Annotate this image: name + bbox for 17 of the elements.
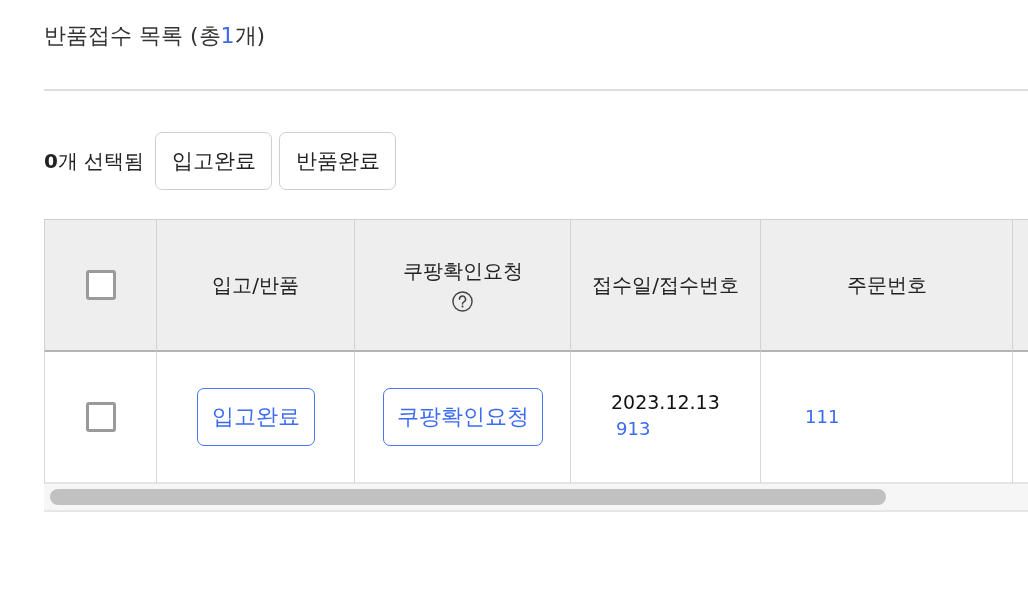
column-header: 접수일/접수번호 xyxy=(592,271,739,299)
receipt-date: 2023.12.13 xyxy=(611,390,720,415)
scrollbar-thumb[interactable] xyxy=(50,489,886,505)
confirm-request-button[interactable]: 쿠팡확인요청 xyxy=(382,388,543,446)
receipt-number-link[interactable]: 913 xyxy=(616,416,651,442)
order-number-link[interactable]: 111 xyxy=(805,404,840,430)
column-header: 주문번호 xyxy=(846,271,927,299)
checkbox[interactable] xyxy=(85,270,116,300)
selection-count: 0개 선택됨 xyxy=(44,147,145,175)
column-header: 입고/반품 xyxy=(212,271,299,299)
action-button[interactable]: 입고완료 xyxy=(155,132,273,190)
receipt-complete-button[interactable]: 입고완료 xyxy=(196,388,315,446)
column-header: 쿠팡확인요청 xyxy=(402,258,523,285)
checkbox[interactable] xyxy=(85,402,116,432)
page-title: 반품접수 목록 (총1개) xyxy=(44,22,266,50)
action-button[interactable]: 반품완료 xyxy=(279,132,397,190)
help-icon[interactable] xyxy=(452,291,473,312)
